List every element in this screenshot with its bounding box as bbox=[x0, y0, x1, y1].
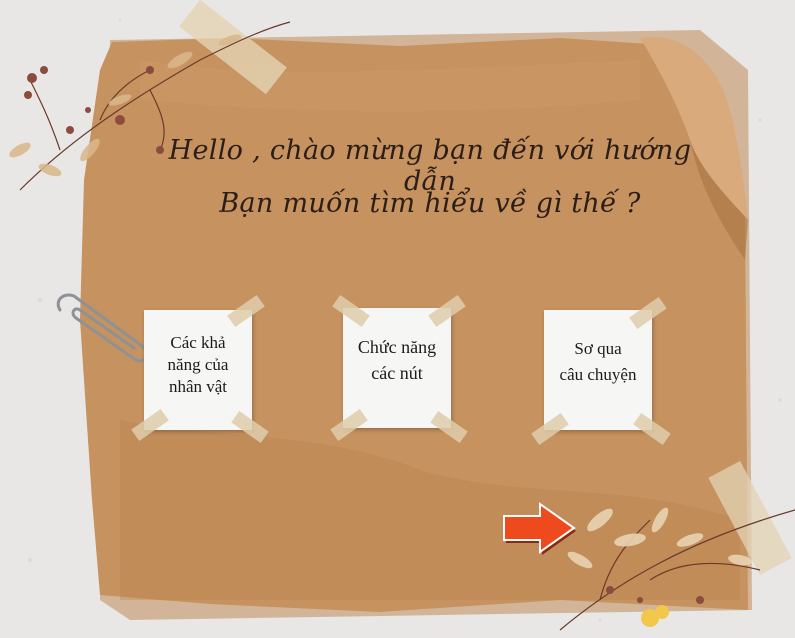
note-label-line: Các khả bbox=[170, 333, 226, 352]
note-character-abilities[interactable]: Các khả năng của nhân vật bbox=[131, 294, 269, 444]
note-label: Chức năng các nút bbox=[347, 334, 447, 386]
paperclip-icon bbox=[56, 293, 148, 363]
right-arrow-icon[interactable] bbox=[498, 500, 580, 556]
note-label-line: Chức năng bbox=[357, 337, 437, 357]
note-label: Các khả năng của nhân vật bbox=[148, 332, 248, 398]
note-label-line: các nút bbox=[371, 363, 423, 383]
note-label-line: năng của bbox=[167, 355, 229, 374]
greeting-question: Bạn muốn tìm hiểu về gì thế ? bbox=[219, 188, 641, 219]
note-label-line: Sơ qua bbox=[574, 339, 622, 358]
note-story-overview[interactable]: Sơ qua câu chuyện bbox=[531, 296, 671, 446]
note-label: Sơ qua câu chuyện bbox=[548, 336, 648, 388]
note-label-line: câu chuyện bbox=[559, 365, 637, 384]
note-label-line: nhân vật bbox=[168, 377, 228, 396]
note-button-functions[interactable]: Chức năng các nút bbox=[330, 294, 468, 444]
